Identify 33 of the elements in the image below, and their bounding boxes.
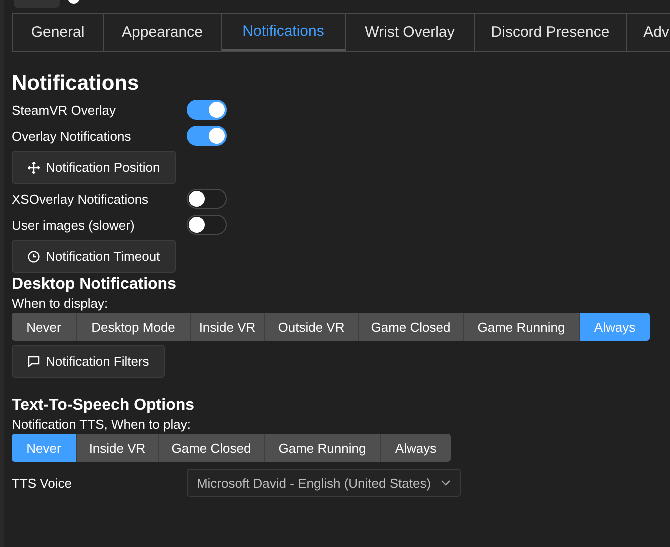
move-icon — [28, 162, 40, 174]
chevron-down-icon — [441, 480, 452, 486]
settings-button[interactable]: Notification Position — [12, 151, 176, 184]
segment-option[interactable]: Inside VR — [77, 434, 159, 462]
segment-option[interactable]: Always — [381, 434, 451, 462]
tab[interactable]: Notifications — [222, 14, 346, 51]
setting-label: TTS Voice — [12, 476, 73, 490]
prompt-label: Notification TTS, When to play: — [12, 417, 192, 432]
settings-button[interactable]: Notification Filters — [12, 345, 166, 378]
segment-option[interactable]: Outside VR — [265, 313, 359, 341]
segment-option[interactable]: Game Closed — [359, 313, 464, 341]
toggle-switch[interactable] — [187, 189, 227, 209]
setting-label: SteamVR Overlay — [12, 102, 118, 118]
segment-option[interactable]: Desktop Mode — [77, 313, 191, 341]
setting-label: Overlay Notifications — [12, 128, 132, 144]
segment-option[interactable]: Game Closed — [159, 434, 265, 462]
settings-button[interactable]: Notification Timeout — [12, 240, 176, 273]
segment-option[interactable]: Game Running — [265, 434, 381, 462]
section-heading: Desktop Notifications — [12, 275, 178, 295]
segment-option[interactable]: Inside VR — [191, 313, 265, 341]
voice-dropdown[interactable]: Microsoft David - English (United States) — [187, 469, 461, 497]
prompt-label: When to display: — [12, 296, 110, 311]
chat-icon — [28, 356, 40, 367]
section-heading: Text-To-Speech Options — [12, 396, 196, 416]
clock-icon — [28, 250, 40, 262]
toggle-switch[interactable] — [187, 126, 227, 146]
setting-label: XSOverlay Notifications — [12, 192, 150, 206]
toggle-switch[interactable] — [187, 100, 227, 120]
segment-option[interactable]: Never — [12, 313, 77, 341]
segment-option[interactable]: Game Running — [464, 313, 580, 341]
setting-label: User images (slower) — [12, 218, 136, 232]
toggle-switch[interactable] — [187, 215, 227, 235]
section-heading: Notifications — [12, 71, 140, 97]
